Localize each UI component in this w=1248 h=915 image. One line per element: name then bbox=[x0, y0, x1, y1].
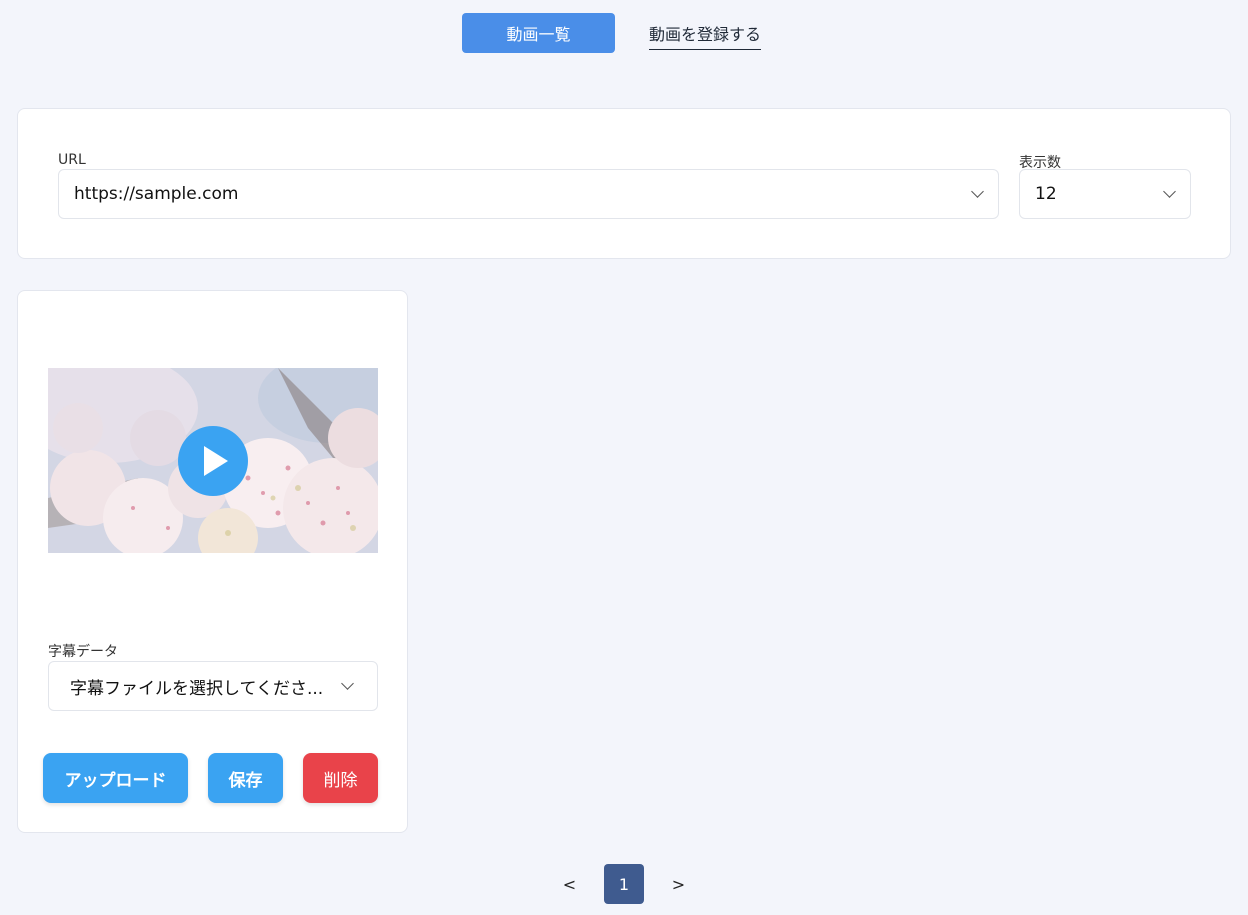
url-select-value: https://sample.com bbox=[74, 184, 239, 204]
save-button[interactable]: 保存 bbox=[208, 753, 283, 803]
upload-button[interactable]: アップロード bbox=[43, 753, 188, 803]
filter-panel: URL https://sample.com 表示数 12 bbox=[17, 108, 1231, 259]
delete-button[interactable]: 削除 bbox=[303, 753, 378, 803]
top-nav: 動画一覧 動画を登録する bbox=[462, 13, 762, 53]
chevron-down-icon bbox=[971, 185, 984, 198]
video-list-tab[interactable]: 動画一覧 bbox=[462, 13, 615, 53]
url-label: URL bbox=[58, 152, 86, 168]
pagination: < 1 > bbox=[552, 864, 696, 904]
chevron-down-icon bbox=[1163, 185, 1176, 198]
subtitle-label: 字幕データ bbox=[48, 644, 118, 660]
prev-page-button[interactable]: < bbox=[552, 875, 587, 894]
page-1-button[interactable]: 1 bbox=[604, 864, 644, 904]
subtitle-file-select[interactable]: 字幕ファイルを選択してくださ... bbox=[48, 661, 378, 711]
chevron-down-icon bbox=[341, 677, 354, 690]
play-button[interactable] bbox=[178, 426, 248, 496]
video-thumbnail[interactable] bbox=[48, 368, 378, 553]
play-icon bbox=[204, 446, 228, 476]
next-page-button[interactable]: > bbox=[661, 875, 696, 894]
video-card: 字幕データ 字幕ファイルを選択してくださ... アップロード 保存 削除 bbox=[17, 290, 408, 833]
count-select-value: 12 bbox=[1035, 184, 1057, 204]
url-select[interactable]: https://sample.com bbox=[58, 169, 999, 219]
register-video-link[interactable]: 動画を登録する bbox=[649, 21, 762, 50]
subtitle-file-placeholder: 字幕ファイルを選択してくださ... bbox=[70, 678, 324, 699]
count-select[interactable]: 12 bbox=[1019, 169, 1191, 219]
